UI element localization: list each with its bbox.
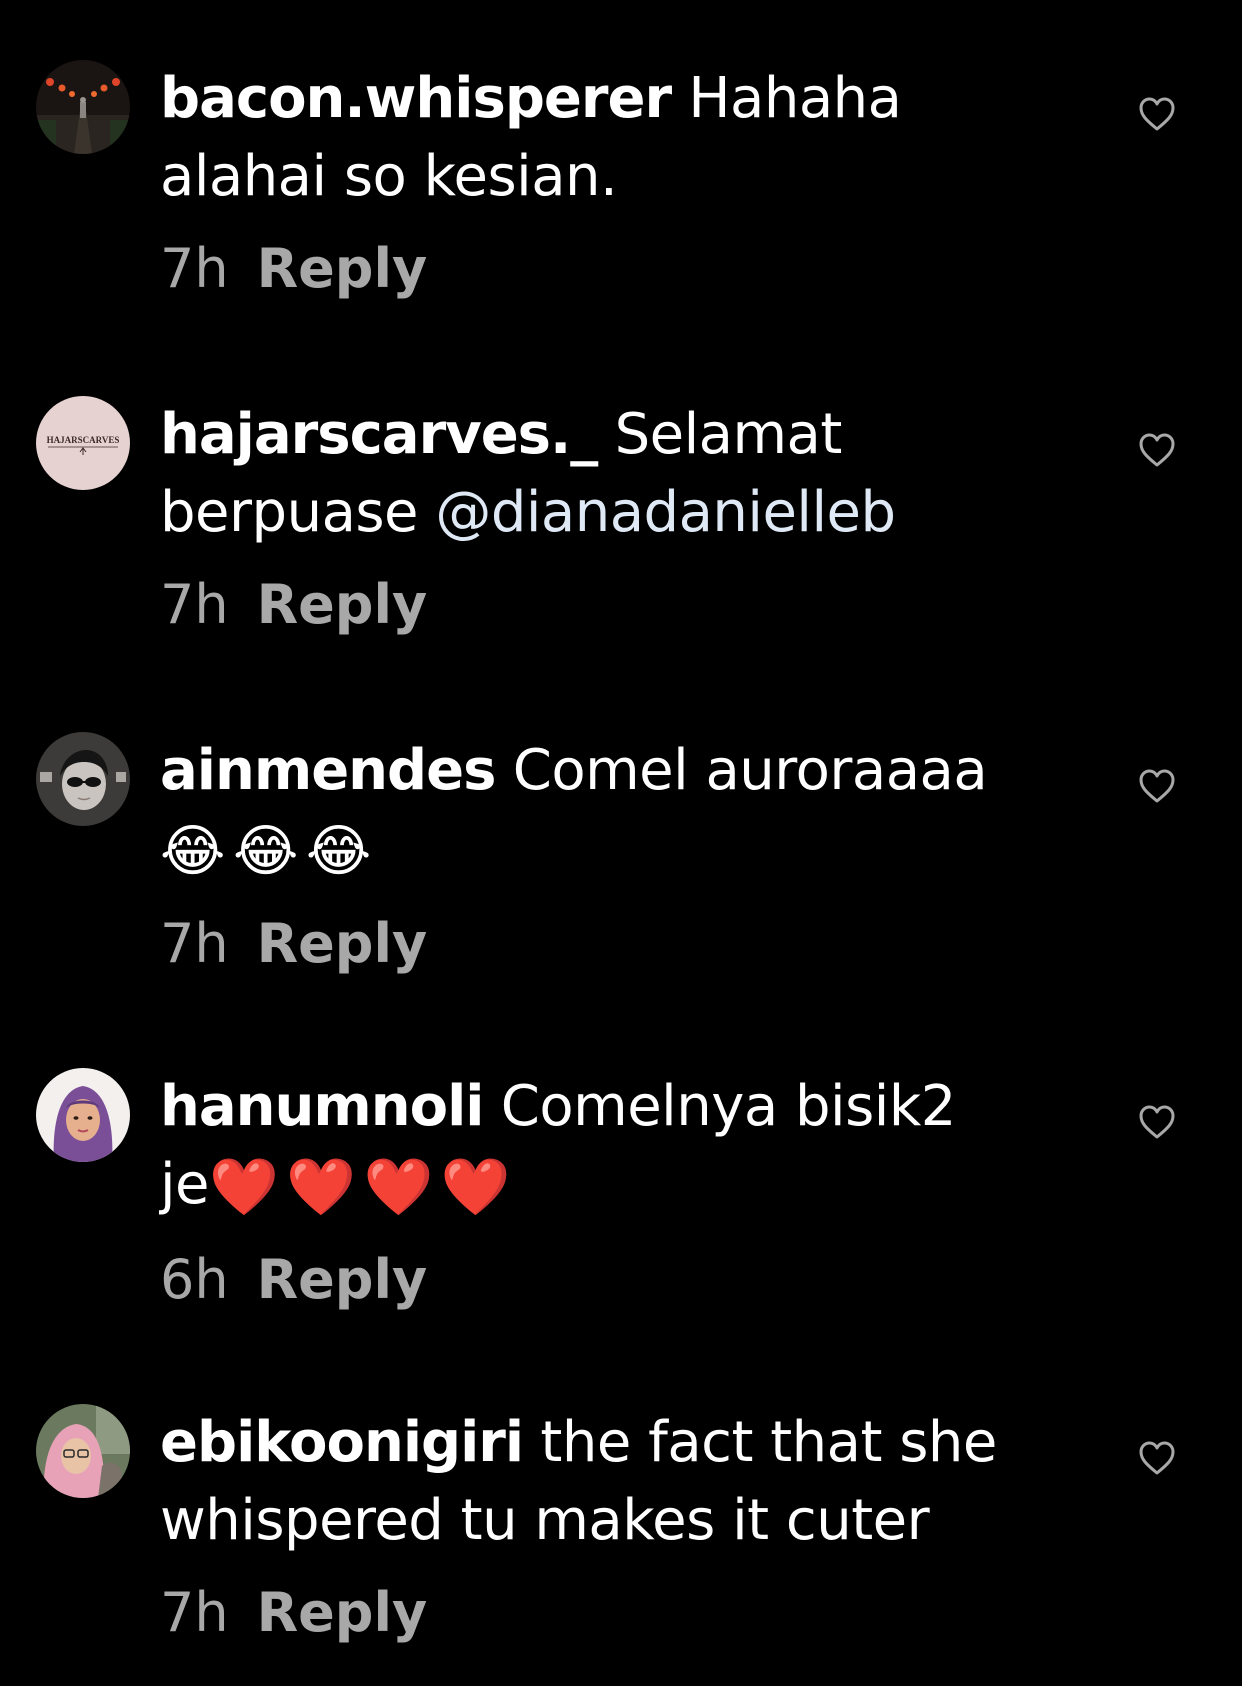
comment-timestamp: 6h (160, 1247, 229, 1311)
svg-text:HAJARSCARVES: HAJARSCARVES (47, 435, 120, 445)
comment-text-block: ebikoonigiri the fact that she whispered… (160, 1404, 1020, 1560)
comment-text-block: hanumnoli Comelnya bisik2 je❤️ ❤️ ❤️ ❤️ (160, 1068, 1020, 1227)
red-heart-icon: ❤️ (286, 1154, 356, 1220)
like-button[interactable] (1138, 96, 1176, 132)
avatar[interactable] (36, 1404, 130, 1498)
heart-outline-icon (1139, 1441, 1175, 1475)
username-link[interactable]: hajarscarves._ (160, 402, 598, 467)
comment-body: hajarscarves._ Selamat berpuase @dianada… (160, 396, 1020, 640)
comment-meta: 7h Reply (160, 909, 1020, 979)
like-button[interactable] (1138, 1104, 1176, 1140)
avatar[interactable] (36, 60, 130, 154)
like-button[interactable] (1138, 768, 1176, 804)
red-heart-icon: ❤️ (209, 1154, 279, 1220)
reply-button[interactable]: Reply (257, 237, 428, 300)
comment-timestamp: 7h (160, 911, 229, 975)
comment-body: ainmendes Comel auroraaaa 😂 😂 😂 7h Reply (160, 732, 1020, 979)
sunglasses-person-avatar (36, 732, 130, 826)
comment-timestamp: 7h (160, 1581, 229, 1644)
heart-outline-icon (1139, 769, 1175, 803)
lantern-street-photo-avatar (36, 60, 130, 154)
avatar[interactable] (36, 1068, 130, 1162)
comment-text-block: hajarscarves._ Selamat berpuase @dianada… (160, 396, 1020, 552)
reply-button[interactable]: Reply (257, 573, 428, 636)
comment-meta: 7h Reply (160, 570, 1020, 640)
comment-body: hanumnoli Comelnya bisik2 je❤️ ❤️ ❤️ ❤️ 6h R… (160, 1068, 1020, 1315)
avatar[interactable] (36, 732, 130, 826)
reply-button[interactable]: Reply (257, 1248, 428, 1311)
like-button[interactable] (1138, 432, 1176, 468)
username-link[interactable]: bacon.whisperer (160, 66, 672, 131)
username-link[interactable]: ainmendes (160, 738, 496, 803)
comment-body: ebikoonigiri the fact that she whispered… (160, 1404, 1020, 1648)
purple-hijab-person-avatar (36, 1068, 130, 1162)
comment-meta: 7h Reply (160, 1578, 1020, 1648)
heart-outline-icon (1139, 97, 1175, 131)
heart-outline-icon (1139, 1105, 1175, 1139)
like-button[interactable] (1138, 1440, 1176, 1476)
tears-of-joy-icon: 😂 (160, 818, 225, 884)
avatar[interactable]: HAJARSCARVES (36, 396, 130, 490)
heart-outline-icon (1139, 433, 1175, 467)
comment-timestamp: 7h (160, 237, 229, 300)
emoji-row: 😂 😂 😂 (160, 810, 1020, 891)
mention-link[interactable]: @dianadanielleb (435, 480, 896, 545)
tears-of-joy-icon: 😂 (305, 818, 371, 884)
username-link[interactable]: hanumnoli (160, 1074, 484, 1139)
comment-body: bacon.whisperer Hahaha alahai so kesian.… (160, 60, 1020, 304)
comment-timestamp: 7h (160, 573, 229, 636)
red-heart-icon: ❤️ (440, 1154, 511, 1220)
comment-meta: 7h Reply (160, 234, 1020, 304)
hajarscarves-logo-avatar: HAJARSCARVES (36, 396, 130, 490)
comment-text-block: bacon.whisperer Hahaha alahai so kesian. (160, 60, 1020, 216)
comment-text-block: ainmendes Comel auroraaaa (160, 732, 1020, 810)
comment-meta: 6h Reply (160, 1245, 1020, 1315)
reply-button[interactable]: Reply (257, 1581, 428, 1644)
red-heart-icon: ❤️ (363, 1154, 433, 1220)
tears-of-joy-icon: 😂 (232, 818, 298, 884)
username-link[interactable]: ebikoonigiri (160, 1410, 524, 1475)
comment-text: Comel auroraaaa (512, 738, 988, 803)
pink-hijab-person-avatar (36, 1404, 130, 1498)
reply-button[interactable]: Reply (257, 912, 428, 975)
